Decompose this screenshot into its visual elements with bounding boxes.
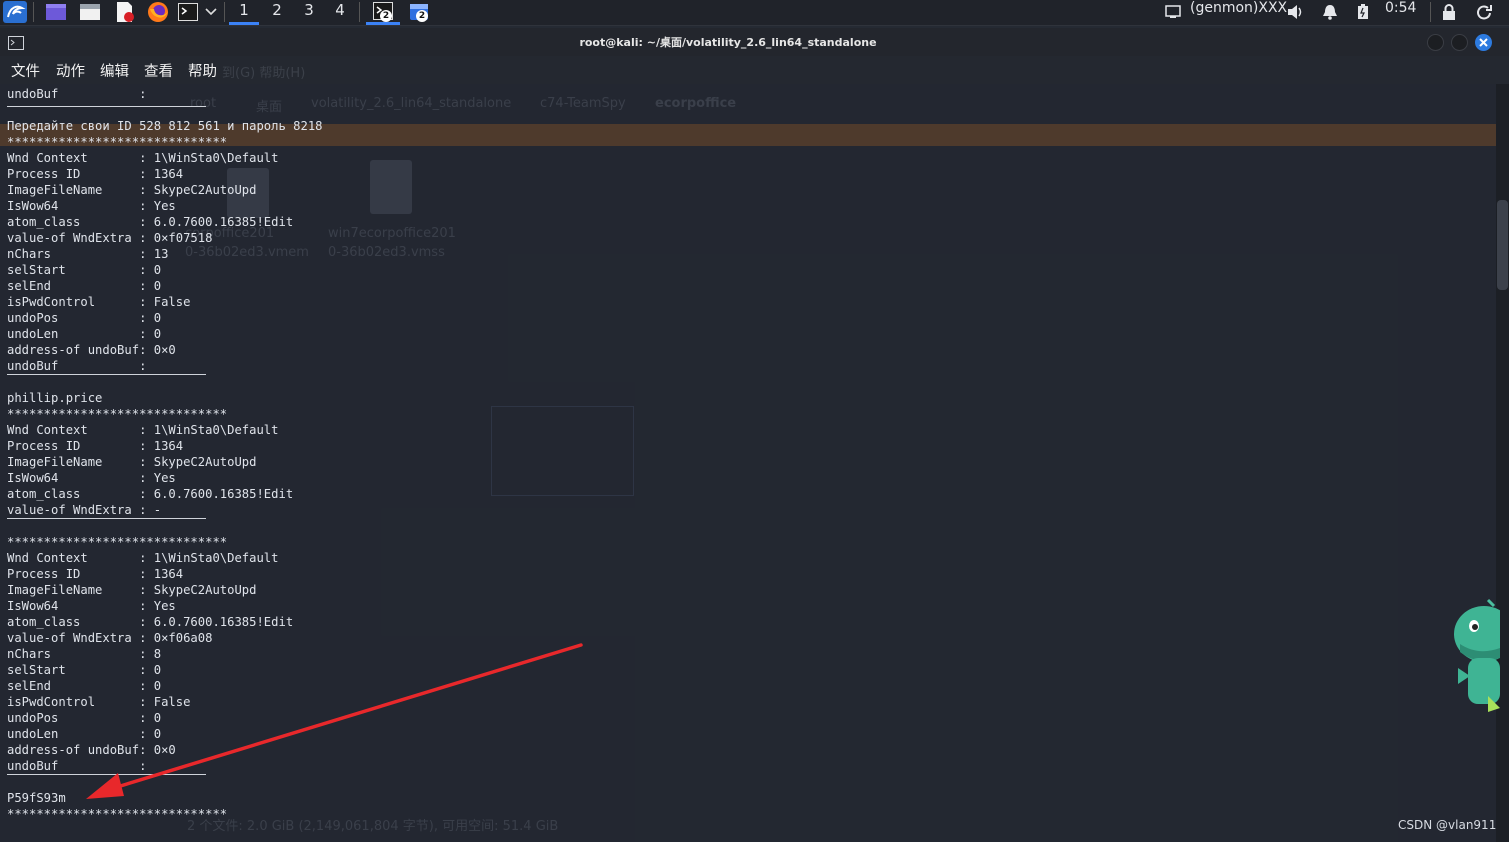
terminal-line: ****************************** [7,407,228,421]
ghost-path-desktop: 桌面 [256,100,283,115]
file-manager-icon[interactable] [78,0,102,24]
terminal-icon[interactable] [177,0,199,24]
menu-bar: 文件 动作 编辑 查看 帮助 到(G) 帮助(H) [0,56,1509,84]
terminal-line: isPwdControl : False [7,695,191,709]
terminal-line: value-of WndExtra : - [7,503,162,517]
menu-help[interactable]: 帮助 [188,60,217,81]
terminal-line: ****************************** [7,135,228,149]
window-title: root@kali: ~/桌面/volatility_2.6_lin64_sta… [579,36,877,49]
kali-menu-icon[interactable] [2,0,28,24]
terminal-line: undoLen : 0 [7,327,162,341]
separator-line [7,774,206,775]
close-button[interactable] [1475,34,1492,51]
ghost-path-ecorpoffice: ecorpoffice [655,96,737,111]
chevron-down-icon[interactable] [202,0,220,24]
terminal-output[interactable]: root 桌面 volatility_2.6_lin64_standalone … [0,84,1496,842]
terminal-line: phillip.price [7,391,103,405]
terminal-line: Wnd Context : 1\WinSta0\Default [7,151,279,165]
terminal-line: selStart : 0 [7,263,162,277]
clock[interactable]: 0:54 [1385,0,1416,18]
browser-task-icon[interactable]: 2 [404,0,434,24]
terminal-line: Wnd Context : 1\WinSta0\Default [7,423,279,437]
terminal-line: undoBuf : [7,359,147,373]
terminal-line: atom_class : 6.0.7600.16385!Edit [7,215,294,229]
terminal-line: isPwdControl : False [7,295,191,309]
browser-count-badge: 2 [416,10,428,22]
separator-line [7,106,206,107]
terminal-line: undoPos : 0 [7,711,162,725]
terminal-line: IsWow64 : Yes [7,599,176,613]
display-icon[interactable] [1163,0,1183,24]
terminal-line: ****************************** [7,535,228,549]
terminal-line: address-of undoBuf: 0×0 [7,343,176,357]
bell-icon[interactable] [1320,0,1340,24]
workspace-4[interactable]: 4 [325,0,355,25]
terminal-line: ImageFileName : SkypeC2AutoUpd [7,583,257,597]
ghost-status-bar: 2 个文件: 2.0 GiB (2,149,061,804 字节), 可用空间:… [187,819,559,834]
terminal-line: ImageFileName : SkypeC2AutoUpd [7,455,257,469]
terminal-line: atom_class : 6.0.7600.16385!Edit [7,615,294,629]
text-editor-icon[interactable] [112,0,136,24]
volume-icon[interactable] [1285,0,1307,24]
ghost-menu-hint: 到(G) 帮助(H) [222,66,306,81]
workspace-2[interactable]: 2 [262,0,292,25]
terminal-scroll-thumb[interactable] [1497,200,1508,290]
terminal-line: value-of WndExtra : 0×f07518 [7,231,213,245]
lock-icon[interactable] [1440,0,1458,24]
terminal-line: Wnd Context : 1\WinSta0\Default [7,551,279,565]
terminal-line: Process ID : 1364 [7,167,184,181]
terminal-line: undoBuf : [7,759,147,773]
window-titlebar[interactable]: root@kali: ~/桌面/volatility_2.6_lin64_sta… [0,28,1509,56]
menu-edit[interactable]: 编辑 [100,60,129,81]
genmon-user-label: (genmon)XXX [1190,0,1288,16]
minimize-button[interactable] [1427,34,1444,51]
taskbar: 1 2 3 4 2 2 (genmon)XXX 0:54 [0,0,1509,26]
logout-icon[interactable] [1474,0,1494,24]
terminal-line: nChars : 8 [7,647,162,661]
ghost-path-teamspy: c74-TeamSpy [540,96,626,111]
ghost-file-vmss: win7ecorpoffice201 0-36b02ed3.vmss [328,226,456,260]
terminal-line: P59fS93m [7,791,66,805]
workspace-1[interactable]: 1 [229,0,259,25]
workspace-switcher-icon[interactable] [44,0,68,24]
terminal-task-icon[interactable]: 2 [366,0,400,25]
maximize-button[interactable] [1451,34,1468,51]
battery-icon[interactable] [1354,0,1372,24]
terminal-line: undoLen : 0 [7,727,162,741]
terminal-line: selEnd : 0 [7,679,162,693]
csdn-watermark: CSDN @vlan911 [1398,818,1497,832]
terminal-line: address-of undoBuf: 0×0 [7,743,176,757]
ghost-path-root: root [190,96,217,111]
terminal-line: undoBuf : [7,87,147,101]
terminal-line: atom_class : 6.0.7600.16385!Edit [7,487,294,501]
terminal-scrollbar[interactable] [1496,84,1509,842]
terminal-line: IsWow64 : Yes [7,199,176,213]
terminal-line: selStart : 0 [7,663,162,677]
terminal-count-badge: 2 [380,10,392,22]
menu-view[interactable]: 查看 [144,60,173,81]
terminal-line: undoPos : 0 [7,311,162,325]
terminal-line: value-of WndExtra : 0×f06a08 [7,631,213,645]
menu-actions[interactable]: 动作 [56,60,85,81]
terminal-line: nChars : 13 [7,247,169,261]
terminal-line: selEnd : 0 [7,279,162,293]
terminal-line: IsWow64 : Yes [7,471,176,485]
dinosaur-mascot-image [1448,596,1509,720]
close-icon [1479,38,1488,47]
terminal-line: Передайте свои ID 528 812 561 и пароль 8… [7,119,323,133]
menu-file[interactable]: 文件 [11,60,40,81]
firefox-icon[interactable] [146,0,170,24]
workspace-3[interactable]: 3 [294,0,324,25]
separator-line [7,374,206,375]
terminal-line: Process ID : 1364 [7,567,184,581]
terminal-line: ImageFileName : SkypeC2AutoUpd [7,183,257,197]
terminal-line: ****************************** [7,807,228,821]
ghost-file-icon [370,160,412,214]
ghost-path-volatility: volatility_2.6_lin64_standalone [311,96,512,111]
separator-line [7,518,206,519]
ghost-selection-box [491,406,634,496]
terminal-line: Process ID : 1364 [7,439,184,453]
